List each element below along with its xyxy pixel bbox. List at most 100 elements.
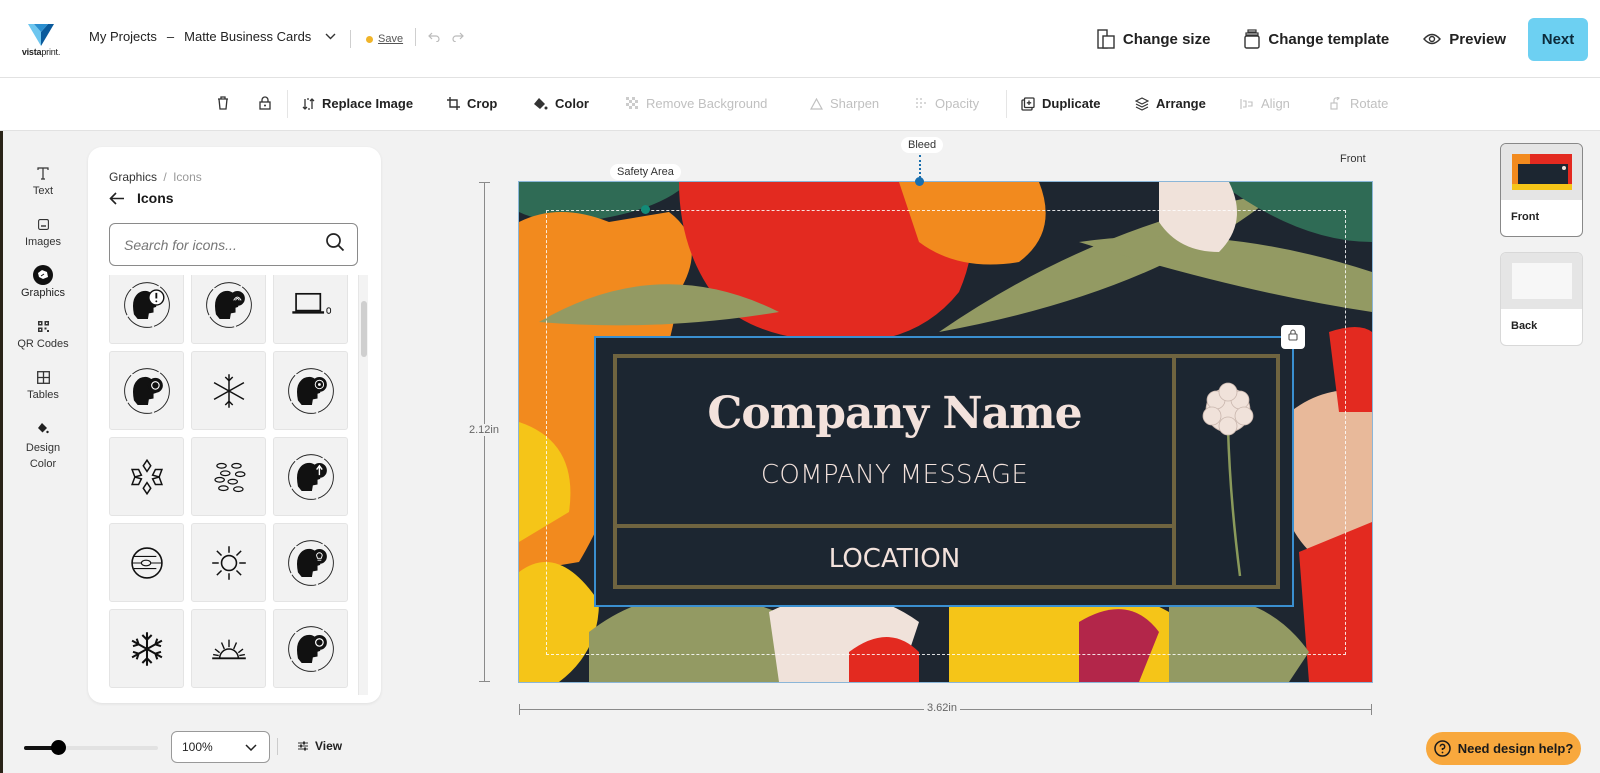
page-thumb-front[interactable]: Front — [1500, 143, 1583, 237]
replace-image-label: Replace Image — [322, 96, 414, 111]
rail-item-text[interactable]: Text — [3, 163, 83, 214]
safety-area-marker — [641, 205, 650, 214]
panel-scrollbar-thumb[interactable] — [361, 301, 367, 357]
card-divider-vertical — [1172, 358, 1176, 585]
opacity-button[interactable]: Opacity — [915, 96, 979, 111]
delete-button[interactable] — [217, 96, 236, 110]
remove-background-button[interactable]: Remove Background — [626, 96, 767, 111]
rail-label: QR Codes — [17, 338, 69, 350]
change-size-button[interactable]: Change size — [1097, 29, 1210, 49]
layers-icon — [1135, 96, 1149, 111]
triangle-icon — [810, 97, 823, 110]
icon-search-input[interactable] — [124, 236, 325, 253]
image-toolbar: Replace Image Crop Color Remove Backgrou… — [0, 78, 1600, 131]
color-label: Color — [555, 96, 589, 111]
redo-icon[interactable] — [452, 29, 464, 45]
breadcrumb-my-projects[interactable]: My Projects — [89, 29, 157, 44]
icon-result-tile[interactable] — [191, 609, 266, 688]
rotate-label: Rotate — [1350, 96, 1389, 111]
bleed-label: Bleed — [901, 137, 944, 153]
replace-image-button[interactable]: Replace Image — [302, 96, 413, 111]
paint-bucket-icon — [37, 418, 49, 438]
opacity-dots-icon — [915, 97, 928, 110]
icon-result-tile[interactable] — [191, 523, 266, 602]
zoom-slider-handle[interactable] — [50, 740, 66, 755]
panel-title-text: Icons — [137, 190, 174, 206]
arrange-label: Arrange — [1156, 96, 1206, 111]
page-thumb-back[interactable]: Back — [1500, 252, 1583, 346]
rail-item-images[interactable]: Images — [3, 214, 83, 265]
planet-jupiter-icon — [130, 546, 163, 579]
icon-result-tile[interactable] — [273, 437, 348, 516]
design-help-button[interactable]: Need design help? — [1426, 732, 1581, 765]
logo-mark-icon — [28, 24, 54, 46]
sharpen-button[interactable]: Sharpen — [810, 96, 879, 111]
icon-result-tile[interactable] — [191, 351, 266, 430]
rail-item-tables[interactable]: Tables — [3, 367, 83, 418]
head-biohazard-icon — [123, 367, 170, 414]
icon-result-tile[interactable] — [109, 351, 184, 430]
panel-breadcrumb: Graphics / Icons — [109, 170, 202, 184]
zoom-level-select[interactable]: 100% — [171, 731, 270, 763]
next-button[interactable]: Next — [1528, 17, 1588, 61]
icon-search-box — [109, 223, 358, 266]
divider — [415, 28, 416, 46]
change-template-label: Change template — [1268, 30, 1390, 48]
icon-result-tile[interactable] — [273, 523, 348, 602]
back-arrow-icon[interactable] — [109, 191, 125, 205]
bleed-marker — [915, 177, 924, 186]
snowflake-outline-icon — [130, 458, 163, 495]
locked-element-handle[interactable] — [1281, 325, 1305, 349]
laptop-mouse-icon — [291, 292, 331, 314]
icon-result-tile[interactable] — [109, 275, 184, 344]
icon-result-tile[interactable] — [273, 275, 348, 344]
panel-breadcrumb-graphics[interactable]: Graphics — [109, 170, 157, 184]
rail-item-design-color[interactable]: Design Color — [3, 418, 83, 478]
rotate-button[interactable]: Rotate — [1330, 96, 1388, 111]
company-message-text[interactable]: COMPANY MESSAGE — [617, 460, 1172, 490]
preview-button[interactable]: Preview — [1423, 31, 1506, 48]
paint-bucket-icon — [533, 97, 548, 111]
change-template-button[interactable]: Change template — [1244, 29, 1389, 49]
undo-icon[interactable] — [428, 29, 440, 45]
duplicate-button[interactable]: Duplicate — [1021, 96, 1101, 111]
arrange-button[interactable]: Arrange — [1135, 96, 1206, 111]
question-circle-icon — [1433, 740, 1451, 757]
canvas-side-label: Front — [1340, 153, 1366, 165]
icon-result-tile[interactable] — [191, 437, 266, 516]
rail-item-qr-codes[interactable]: QR Codes — [3, 316, 83, 367]
icon-result-tile[interactable] — [109, 609, 184, 688]
align-button[interactable]: Align — [1240, 96, 1290, 111]
location-text[interactable]: LOCATION — [617, 544, 1172, 574]
rail-item-graphics[interactable]: Graphics — [3, 265, 83, 316]
icon-result-tile[interactable] — [273, 609, 348, 688]
lock-button[interactable] — [259, 96, 278, 110]
head-target-icon — [287, 367, 334, 414]
search-icon[interactable] — [325, 232, 345, 257]
company-name-text[interactable]: Company Name — [617, 388, 1172, 439]
icon-result-tile[interactable] — [191, 275, 266, 344]
icon-result-tile[interactable] — [109, 437, 184, 516]
panel-scrollbar[interactable] — [358, 275, 368, 695]
view-button[interactable]: View — [297, 739, 342, 753]
remove-background-label: Remove Background — [646, 96, 768, 111]
selected-image-frame[interactable]: Company Name COMPANY MESSAGE LOCATION — [594, 336, 1294, 607]
panel-title: Icons — [109, 190, 174, 206]
save-button[interactable]: Save — [378, 33, 403, 45]
chevron-down-icon[interactable] — [325, 31, 336, 43]
zoom-slider[interactable] — [24, 740, 158, 755]
page-thumb-preview — [1501, 144, 1582, 200]
duplicate-label: Duplicate — [1042, 96, 1101, 111]
divider — [350, 30, 351, 48]
rotate-icon — [1330, 97, 1343, 110]
top-header: vistaprint. My Projects – Matte Business… — [0, 0, 1600, 78]
vistaprint-logo[interactable]: vistaprint. — [18, 24, 64, 60]
flower-illustration[interactable] — [1192, 378, 1272, 578]
icon-result-tile[interactable] — [273, 351, 348, 430]
project-name[interactable]: Matte Business Cards — [184, 29, 311, 44]
template-icon — [1244, 29, 1261, 49]
crop-button[interactable]: Crop — [447, 96, 497, 111]
icon-result-tile[interactable] — [109, 523, 184, 602]
color-button[interactable]: Color — [533, 96, 589, 111]
logo-wordmark: vistaprint. — [21, 47, 61, 57]
